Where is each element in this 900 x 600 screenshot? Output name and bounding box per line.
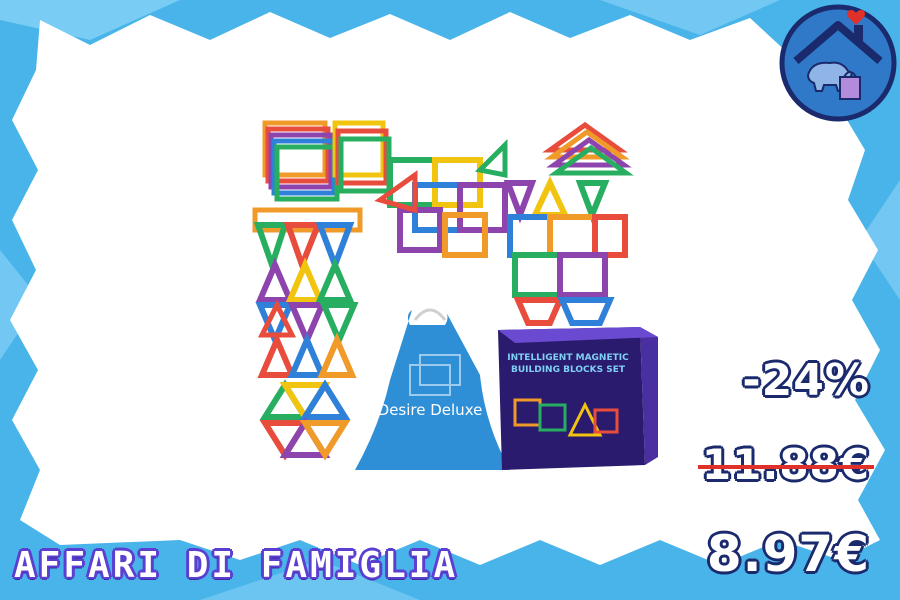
new-price: 8.97€ xyxy=(706,525,870,583)
product-box: INTELLIGENT MAGNETIC BUILDING BLOCKS SET xyxy=(498,327,658,470)
product-image: Desire Deluxe INTELLIGENT MAGNETIC BUILD… xyxy=(252,120,658,470)
triangle-tower xyxy=(252,207,363,378)
strikethrough-line xyxy=(697,465,874,469)
triangle-hexagon xyxy=(259,379,351,461)
storage-bag: Desire Deluxe xyxy=(355,308,510,470)
old-price: 11.88€ xyxy=(697,440,874,489)
bag-text: Desire Deluxe xyxy=(378,401,483,419)
stacked-triangle-tiles xyxy=(542,121,634,176)
house-piggybank-logo-icon xyxy=(779,4,897,122)
box-title-line2: BUILDING BLOCKS SET xyxy=(511,365,626,375)
cube-structure xyxy=(374,138,508,258)
right-structure xyxy=(503,175,628,326)
discount-percent: -24% xyxy=(742,355,870,406)
box-title-line1: INTELLIGENT MAGNETIC xyxy=(507,353,629,363)
brand-name: AFFARI DI FAMIGLIA xyxy=(14,545,459,586)
stacked-square-tiles xyxy=(262,120,392,202)
